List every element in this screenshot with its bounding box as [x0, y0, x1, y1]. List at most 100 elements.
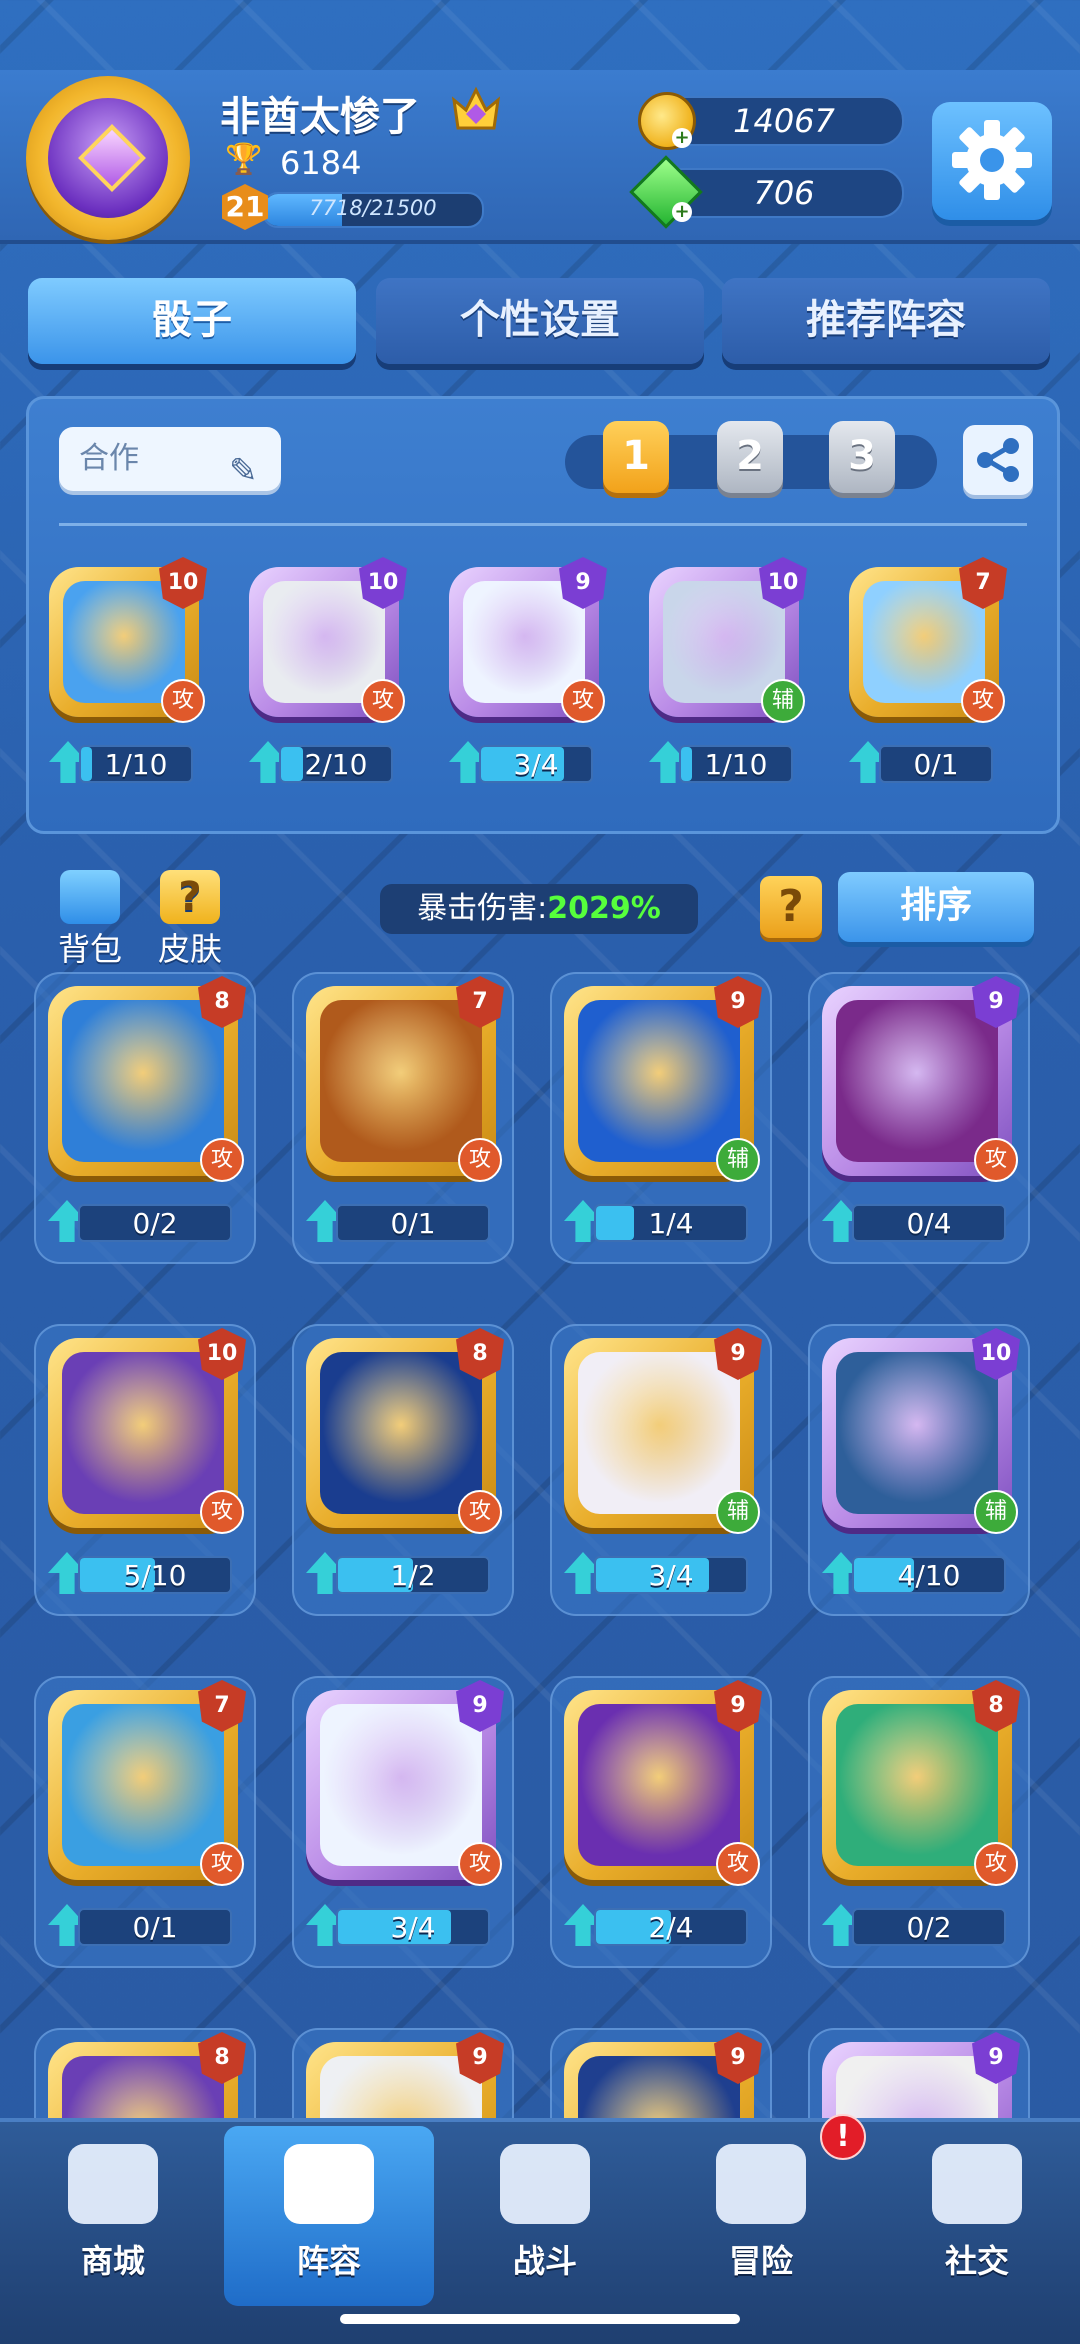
card-progress-bar: 1/4	[594, 1204, 748, 1242]
card-progress-text: 3/4	[648, 1559, 694, 1592]
planet-icon	[716, 2144, 806, 2224]
xp-text: 7718/21500	[309, 196, 437, 220]
card-progress-text: 0/1	[913, 748, 959, 781]
card-progress-bar: 0/4	[852, 1204, 1006, 1242]
add-gem-icon[interactable]: +	[672, 202, 692, 222]
nav-label: 社交	[944, 2242, 1009, 2280]
dice-card[interactable]: 10 攻	[249, 557, 407, 723]
card-role-badge: 攻	[200, 1490, 244, 1534]
dice-card[interactable]: 10 攻	[48, 1328, 246, 1534]
dragon-dice-icon	[62, 1704, 224, 1866]
card-progress-bar: 1/2	[336, 1556, 490, 1594]
player-name: 非酋太惨了	[220, 94, 420, 140]
bag-icon	[60, 870, 120, 924]
light-rays-dice-icon	[578, 1704, 740, 1866]
card-progress-bar: 2/4	[594, 1908, 748, 1946]
deck-slot-3[interactable]: 3	[829, 421, 895, 493]
gem-value: 706	[753, 174, 815, 212]
dice-card[interactable]: 9攻	[449, 557, 607, 723]
coin-value: 14067	[733, 102, 835, 140]
dice-card[interactable]: 10 辅	[822, 1328, 1020, 1534]
rank-gem-icon	[78, 124, 146, 192]
card-role-badge: 攻	[561, 679, 605, 723]
notification-badge: !	[820, 2114, 866, 2160]
dice-card[interactable]: 10 辅	[649, 557, 807, 723]
help-button[interactable]: ?	[760, 876, 822, 938]
level-badge: 21	[222, 184, 268, 230]
dice-card[interactable]: 10 攻	[49, 557, 207, 723]
scorpion-dice-icon	[320, 1352, 482, 1514]
card-progress-bar: 2/10	[279, 745, 393, 783]
nav-item-crossed-swords[interactable]: 战斗	[440, 2126, 650, 2306]
card-progress-text: 3/4	[513, 748, 559, 781]
card-progress-text: 1/4	[648, 1207, 694, 1240]
bag-label: 背包	[57, 930, 122, 968]
deck-slot-2[interactable]: 2	[717, 421, 783, 493]
shadow-dice-icon	[836, 1000, 998, 1162]
card-progress-bar: 0/1	[78, 1908, 232, 1946]
dice-card[interactable]: 8攻	[48, 976, 246, 1182]
card-role-badge: 攻	[458, 1138, 502, 1182]
xp-bar: 7718/21500	[262, 192, 484, 228]
nav-item-dice[interactable]: 阵容	[224, 2126, 434, 2306]
divider	[59, 523, 1027, 526]
tiger-dice-icon	[320, 1000, 482, 1162]
witch-hat-dice-icon	[578, 1352, 740, 1514]
card-progress-bar: 0/1	[336, 1204, 490, 1242]
nav-item-shop[interactable]: 商城	[8, 2126, 218, 2306]
card-progress-text: 0/4	[906, 1207, 952, 1240]
dice-card[interactable]: 7攻	[306, 976, 504, 1182]
dice-card[interactable]: 9攻	[822, 976, 1020, 1182]
dice-card[interactable]: 9辅	[564, 976, 762, 1182]
card-role-badge: 攻	[361, 679, 405, 723]
sort-button[interactable]: 排序	[838, 872, 1034, 942]
tab-dice[interactable]: 骰子	[28, 278, 356, 364]
dice-card[interactable]: 9攻	[564, 1680, 762, 1886]
dice-card[interactable]: 7攻	[849, 557, 1007, 723]
card-progress-bar: 3/4	[594, 1556, 748, 1594]
skin-button[interactable]: ? 皮肤	[150, 870, 230, 970]
card-progress-bar: 1/10	[679, 745, 793, 783]
gear-icon	[952, 120, 1032, 200]
tab-customize[interactable]: 个性设置	[376, 278, 704, 364]
tab-recommended[interactable]: 推荐阵容	[722, 278, 1050, 364]
archer-dice-icon	[62, 1352, 224, 1514]
skin-icon: ?	[160, 870, 220, 924]
card-progress-text: 0/2	[132, 1207, 178, 1240]
card-role-badge: 攻	[458, 1842, 502, 1886]
avatar[interactable]	[26, 76, 190, 240]
card-progress-bar: 0/2	[78, 1204, 232, 1242]
card-role-badge: 攻	[961, 679, 1005, 723]
dice-card[interactable]: 9攻	[306, 1680, 504, 1886]
dice-card[interactable]: 9辅	[564, 1328, 762, 1534]
settings-button[interactable]	[932, 102, 1052, 220]
holy-cross-dice-icon	[320, 1704, 482, 1866]
dice-card[interactable]: 8攻	[306, 1328, 504, 1534]
deck-name-field[interactable]: 合作 ✎	[59, 427, 281, 491]
deck-panel: 合作 ✎ 1 2 3 10 攻 1/10 10 攻 2/10 9 攻 3/4 10 辅 1/10 7 攻 0…	[26, 396, 1060, 834]
dandelion-dice-icon	[836, 1352, 998, 1514]
trophy-count: 6184	[280, 144, 362, 182]
share-icon	[977, 438, 1019, 482]
home-indicator	[340, 2314, 740, 2324]
crit-value: 2029%	[547, 891, 661, 926]
pencil-icon[interactable]: ✎	[229, 439, 258, 503]
dice-card[interactable]: 8攻	[822, 1680, 1020, 1886]
water-dice-icon	[62, 1000, 224, 1162]
dice-card[interactable]: 7攻	[48, 1680, 246, 1886]
crit-label: 暴击伤害:	[417, 891, 548, 926]
nav-item-chat-bubbles[interactable]: 社交	[872, 2126, 1080, 2306]
card-progress-text: 1/10	[704, 748, 768, 781]
card-role-badge: 攻	[458, 1490, 502, 1534]
bag-button[interactable]: 背包	[50, 870, 130, 970]
card-role-badge: 辅	[761, 679, 805, 723]
deck-name: 合作	[79, 441, 139, 476]
card-progress-text: 0/1	[132, 1911, 178, 1944]
card-progress-text: 0/2	[906, 1911, 952, 1944]
share-button[interactable]	[963, 425, 1033, 495]
deck-slot-1[interactable]: 1	[603, 421, 669, 493]
card-progress-text: 1/2	[390, 1559, 436, 1592]
nav-label: 战斗	[512, 2242, 577, 2280]
add-coin-icon[interactable]: +	[672, 128, 692, 148]
card-progress-text: 0/1	[390, 1207, 436, 1240]
